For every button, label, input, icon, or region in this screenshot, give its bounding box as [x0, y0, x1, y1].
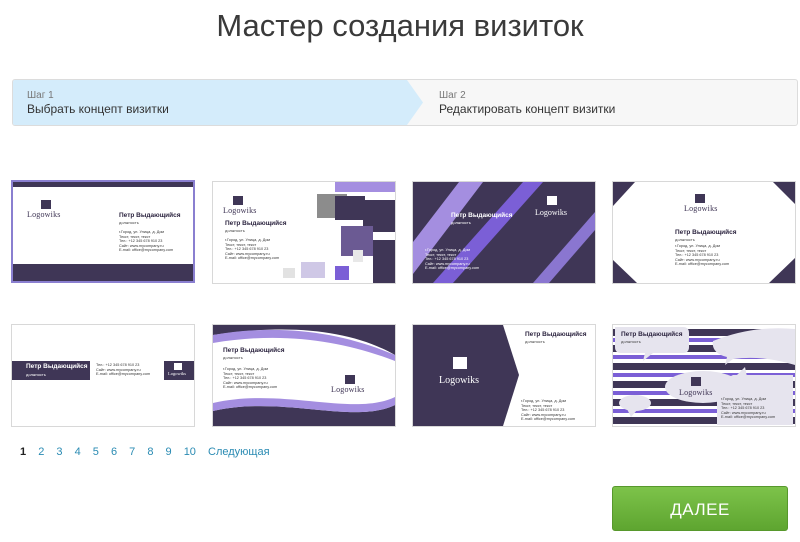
card-name: Петр Выдающийся	[119, 212, 181, 219]
logo-icon	[695, 194, 705, 203]
logo-icon	[233, 196, 243, 205]
logo-text: Logowiks	[223, 206, 257, 215]
card-position: должность	[621, 339, 641, 344]
card-position: должность	[451, 220, 471, 225]
logo-text: Logowiks	[535, 208, 567, 217]
card-contacts: г.Город, ул. Улица, д. Дом Текст, текст, …	[521, 399, 576, 422]
step-1-text: Выбрать концепт визитки	[27, 102, 169, 116]
step-1-label: Шаг 1	[27, 90, 54, 101]
next-page-link[interactable]: Следующая	[208, 446, 270, 458]
logo-text: Logowiks	[439, 375, 479, 386]
template-card-7[interactable]: Logowiks Петр Выдающийся должность г.Гор…	[412, 324, 596, 427]
logo-icon	[691, 377, 701, 386]
template-card-6[interactable]: Logowiks Петр Выдающийся должность г.Гор…	[212, 324, 396, 427]
card-name: Петр Выдающийся	[525, 331, 587, 338]
wizard-steps: Шаг 1 Выбрать концепт визитки Шаг 2 Реда…	[12, 79, 798, 126]
card-contacts: г.Город, ул. Улица, д. Дом Текст, текст, …	[223, 367, 278, 390]
card-position: должность	[675, 237, 695, 242]
page-link-1[interactable]: 1	[20, 446, 26, 458]
card-name: Петр Выдающийся	[621, 331, 683, 338]
card-name: Петр Выдающийся	[451, 212, 513, 219]
page-link-6[interactable]: 6	[111, 446, 117, 458]
logo-text: Logowiks	[331, 385, 365, 394]
card-contacts: г.Город, ул. Улица, д. Дом Текст, текст, …	[425, 248, 480, 271]
next-button[interactable]: ДАЛЕЕ	[612, 486, 788, 531]
card-name: Петр Выдающийся	[225, 220, 287, 227]
card-name: Петр Выдающийся	[675, 229, 737, 236]
template-card-1[interactable]: Logowiks Петр Выдающийся должность г.Гор…	[11, 180, 195, 283]
page-link-9[interactable]: 9	[166, 446, 172, 458]
card-contacts: г.Город, ул. Улица, д. Дом Текст, текст, …	[225, 238, 280, 261]
card-name: Петр Выдающийся	[26, 363, 88, 370]
template-card-2[interactable]: Logowiks Петр Выдающийся должность г.Гор…	[212, 181, 396, 284]
logo-icon	[174, 363, 182, 370]
page-link-5[interactable]: 5	[93, 446, 99, 458]
step-2[interactable]: Шаг 2 Редактировать концепт визитки	[427, 80, 797, 125]
step-1[interactable]: Шаг 1 Выбрать концепт визитки	[13, 80, 423, 125]
logo-icon	[345, 375, 355, 384]
step-2-label: Шаг 2	[439, 90, 466, 101]
card-contacts: Тел.: +12 345 678 910 23 Сайт: www.mycomp…	[96, 363, 151, 377]
page-link-10[interactable]: 10	[184, 446, 196, 458]
page-link-4[interactable]: 4	[75, 446, 81, 458]
card-contacts: г.Город, ул. Улица, д. Дом Текст, текст, …	[119, 230, 174, 253]
page-link-2[interactable]: 2	[38, 446, 44, 458]
page-link-3[interactable]: 3	[56, 446, 62, 458]
template-card-5[interactable]: Петр Выдающийся должность Logowiks Тел.:…	[11, 324, 195, 427]
template-card-4[interactable]: Logowiks Петр Выдающийся должность г.Гор…	[612, 181, 796, 284]
logo-text: Logowiks	[684, 204, 718, 213]
card-position: должность	[223, 355, 243, 360]
card-position: должность	[119, 220, 139, 225]
card-position: должность	[225, 228, 245, 233]
logo-icon	[453, 357, 467, 369]
card-position: должность	[26, 372, 46, 377]
card-name: Петр Выдающийся	[223, 347, 285, 354]
template-card-8[interactable]: Logowiks Петр Выдающийся должность г.Гор…	[612, 324, 796, 427]
logo-text: Logowiks	[679, 388, 713, 397]
card-contacts: г.Город, ул. Улица, д. Дом Текст, текст, …	[675, 244, 730, 267]
page-title: Мастер создания визиток	[216, 8, 584, 43]
page-link-7[interactable]: 7	[129, 446, 135, 458]
card-contacts: г.Город, ул. Улица, д. Дом Текст, текст, …	[721, 397, 776, 420]
logo-icon	[41, 200, 51, 209]
step-2-text: Редактировать концепт визитки	[439, 102, 616, 116]
logo-icon	[547, 196, 557, 205]
pagination: 1 2 3 4 5 6 7 8 9 10 Следующая	[20, 446, 279, 458]
page-link-8[interactable]: 8	[147, 446, 153, 458]
logo-text: Logowiks	[168, 371, 186, 376]
template-card-3[interactable]: Logowiks Петр Выдающийся должность г.Гор…	[412, 181, 596, 284]
card-position: должность	[525, 339, 545, 344]
logo-text: Logowiks	[27, 210, 61, 219]
